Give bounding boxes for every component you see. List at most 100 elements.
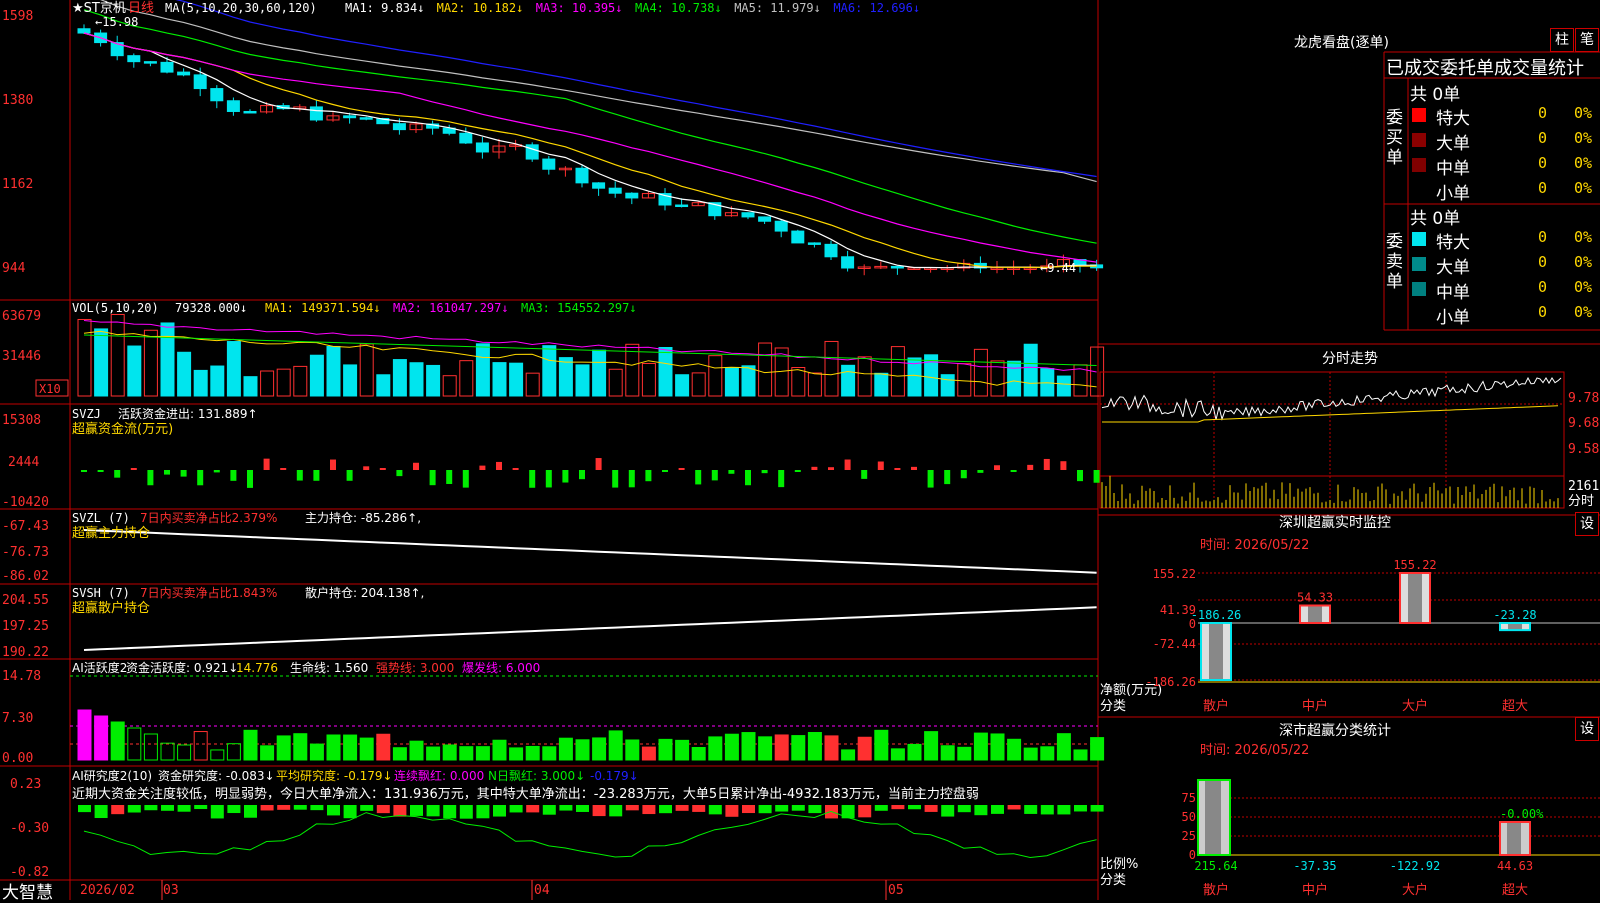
candle	[226, 100, 240, 112]
volume-bar	[110, 313, 125, 397]
svzj-bar	[695, 470, 702, 485]
intraday-y-tick: 9.68	[1568, 416, 1599, 431]
stats-y-tick: 25	[1182, 829, 1196, 843]
volume-bar	[1023, 343, 1038, 397]
dragon-tabs[interactable]: 已成交委托单成交量统计	[1386, 54, 1584, 80]
ai-activity-bar	[110, 721, 125, 761]
intraday-price-line	[1101, 376, 1562, 421]
svzj-bar	[313, 470, 320, 481]
candle	[807, 242, 821, 245]
monitor-y-tick: 155.22	[1153, 567, 1196, 581]
ai-research-bar	[559, 805, 573, 811]
tick-mode-button[interactable]: 笔	[1575, 28, 1599, 52]
ai-activity-bar	[608, 730, 623, 761]
volume-bar	[77, 318, 92, 397]
intraday-vol-unit: 分时	[1568, 494, 1594, 509]
svsh-label: SVSH (7)	[72, 586, 130, 600]
svzj-bar	[280, 468, 287, 470]
ai-research-bar	[609, 805, 623, 817]
candle	[160, 61, 174, 73]
ai-activity-bar	[990, 733, 1005, 761]
svzj-bar	[662, 470, 668, 472]
volume-bar	[1007, 360, 1022, 397]
volume-bar	[359, 343, 374, 397]
ai-activity-bar	[807, 732, 822, 761]
ma2-line	[83, 32, 1097, 269]
svzj-bar	[861, 470, 868, 479]
candle	[774, 220, 788, 232]
candle	[459, 132, 473, 144]
svzj-bar	[811, 466, 818, 470]
sell-row-count: 0	[1538, 303, 1548, 321]
y-tick: 63679	[2, 309, 41, 324]
y-tick: 1380	[2, 93, 33, 108]
ai-research-bar	[393, 805, 407, 817]
ma3-line	[83, 32, 1097, 263]
ai-activity-bar	[177, 744, 192, 761]
ai-research-bar	[293, 805, 307, 810]
ai-research-bar	[675, 805, 689, 811]
sell-row-count: 0	[1538, 253, 1548, 271]
sell-row-count: 0	[1538, 228, 1548, 246]
ai-activity-bar	[841, 749, 856, 761]
ai-research-bar	[576, 805, 589, 812]
ma-legend-item: MA5: 11.979↓	[734, 1, 821, 15]
sell-row-pct: 0%	[1574, 228, 1593, 246]
svzj-bar	[1010, 470, 1017, 472]
monitor-value-label: 155.22	[1393, 558, 1436, 572]
ma4-line	[83, 9, 1097, 244]
volume-bar	[94, 328, 109, 397]
y-tick: 1162	[2, 177, 33, 192]
svzj-bar	[628, 470, 635, 488]
svzl-ratio: 7日内买卖净占比2.379%	[140, 510, 277, 525]
chart-texts: 1598 1380 1162 944 ←15.98 ←9.44 ★ST京机 日线 MA(5,10…	[2, 1, 1599, 898]
svzj-bar	[263, 458, 270, 470]
ai-activity-bar	[376, 733, 391, 761]
monitor-settings-button[interactable]: 设	[1575, 512, 1599, 536]
ai-research-bar	[310, 805, 324, 811]
ai-research-bar	[908, 805, 921, 810]
volume-bar	[525, 372, 540, 397]
ai-activity-bar	[691, 747, 706, 761]
bar-mode-button[interactable]: 柱	[1550, 28, 1574, 52]
candle	[890, 265, 904, 269]
volume-bar	[575, 364, 590, 397]
buy-row-pct: 0%	[1574, 154, 1593, 172]
svzl-line	[83, 529, 1097, 574]
ai-activity-item: 资金活跃度: 0.921↓	[126, 660, 238, 675]
stats-category: 散户	[1203, 882, 1229, 898]
ai-research-bar	[443, 805, 457, 819]
svzj-bar	[396, 470, 403, 477]
stats-y-tick: 75	[1182, 791, 1196, 805]
stats-value-label: -122.92	[1390, 859, 1441, 873]
ai-research-bar	[161, 805, 174, 811]
svzj-bar	[977, 470, 984, 473]
ai-research-bar	[1057, 805, 1071, 815]
ai-research-item: 资金研究度: -0.083↓	[158, 768, 275, 783]
svzj-value: 活跃资金进出: 131.889↑	[118, 406, 258, 421]
svzj-bar	[595, 458, 602, 470]
buy-row-count: 0	[1538, 179, 1548, 197]
ai-research-bar	[808, 805, 822, 814]
y-tick: 944	[2, 261, 26, 276]
buy-row-count: 0	[1538, 104, 1548, 122]
y-tick: -67.43	[2, 519, 49, 534]
svzj-bar	[363, 466, 370, 470]
candle	[841, 256, 855, 269]
monitor-category: 散户	[1203, 698, 1229, 714]
svsh-line	[83, 606, 1097, 651]
ai-research-bar	[592, 805, 606, 817]
ai-research-bar	[692, 805, 706, 812]
svzj-bar	[745, 470, 751, 486]
y-tick: 14.78	[2, 669, 41, 684]
candle	[77, 28, 91, 34]
ai-activity-bar	[509, 747, 524, 761]
ai-activity-bar	[592, 737, 607, 761]
candlestick-series	[77, 24, 1104, 276]
svzj-bar	[247, 470, 253, 488]
volume-bar	[177, 351, 192, 397]
stats-settings-button[interactable]: 设	[1575, 717, 1599, 741]
volume-bar	[392, 359, 407, 397]
volume-bar	[1056, 375, 1071, 397]
ai-research-bar	[1007, 805, 1021, 810]
